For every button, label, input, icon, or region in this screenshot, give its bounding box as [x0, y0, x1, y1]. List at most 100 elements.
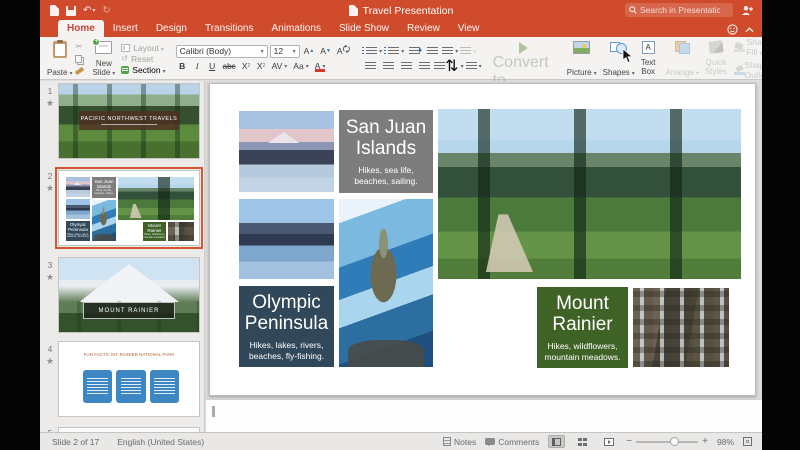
picture-button[interactable]: Picture [564, 39, 600, 78]
feedback-smiley-icon[interactable] [727, 24, 738, 35]
arrange-button[interactable]: Arrange [662, 39, 701, 78]
format-painter-icon[interactable] [75, 66, 84, 75]
new-file-icon[interactable] [50, 5, 59, 16]
shape-fill-button[interactable]: Shape Fill [734, 37, 762, 57]
zoom-slider[interactable] [636, 441, 698, 443]
reset-button[interactable]: ↺ Reset [121, 54, 165, 64]
increase-indent-button[interactable] [424, 45, 440, 58]
align-right-button[interactable] [398, 60, 414, 73]
redo-icon[interactable]: ↻ [102, 6, 110, 16]
photo-purple-wildflowers[interactable] [438, 289, 529, 367]
comments-toggle[interactable]: Comments [485, 437, 539, 447]
section-icon [121, 66, 129, 74]
zoom-percentage[interactable]: 98% [717, 437, 734, 447]
tab-insert[interactable]: Insert [104, 20, 147, 37]
subscript-button[interactable]: X2 [255, 60, 268, 73]
strikethrough-button[interactable]: abc [221, 60, 238, 73]
san-juan-text-box[interactable]: San Juan Islands Hikes, sea life, beache… [339, 110, 433, 193]
photo-sunset-mountain[interactable] [239, 111, 334, 192]
share-icon[interactable] [741, 5, 754, 16]
document-icon [349, 5, 358, 16]
change-case-button[interactable]: Aa [291, 60, 310, 73]
italic-button[interactable]: I [191, 60, 204, 73]
superscript-button[interactable]: X2 [240, 60, 253, 73]
quick-access-toolbar: ↶▾ ↻ [40, 5, 111, 16]
convert-smartart-button[interactable]: Convert to SmartArt [489, 39, 560, 78]
tab-home[interactable]: Home [58, 20, 104, 37]
rainier-text-box[interactable]: Mount Rainier Hikes, wildflowers, mounta… [537, 287, 628, 368]
font-size-combo[interactable]: 12 [270, 45, 300, 58]
photo-fly-fisherman[interactable] [339, 199, 433, 367]
layout-button[interactable]: Layout [121, 43, 165, 53]
clipboard-group: Paste ✂ [44, 39, 85, 78]
tab-review[interactable]: Review [398, 20, 449, 37]
thumb-1-animation-star-icon [44, 98, 56, 109]
thumb-2-san-juan-box: San Juan Islands Hikes, sea life, beache… [92, 177, 116, 198]
undo-icon[interactable]: ↶▾ [83, 6, 95, 16]
search-input[interactable] [640, 5, 720, 15]
tab-slide-show[interactable]: Slide Show [330, 20, 398, 37]
paste-clipboard-icon [53, 41, 67, 58]
tab-view[interactable]: View [449, 20, 489, 37]
text-direction-button[interactable]: ⇅ [434, 60, 463, 73]
save-icon[interactable] [66, 6, 76, 16]
text-box-button[interactable]: A Text Box [638, 39, 659, 78]
thumb-4-number: 4 [45, 344, 55, 354]
zoom-out-button[interactable] [626, 436, 632, 447]
olympic-text-box[interactable]: Olympic Peninsula Hikes, lakes, rivers, … [239, 286, 334, 367]
fit-to-window-icon[interactable] [743, 437, 752, 446]
quick-styles-button[interactable]: Quick Styles [702, 39, 730, 78]
cut-icon[interactable]: ✂ [75, 42, 84, 51]
font-name-combo[interactable]: Calibri (Body) [176, 45, 268, 58]
paste-button[interactable]: Paste [44, 39, 75, 78]
photo-waterfall[interactable] [633, 288, 729, 367]
character-spacing-button[interactable]: AV [270, 60, 290, 73]
tab-design[interactable]: Design [147, 20, 196, 37]
justify-button[interactable] [416, 60, 432, 73]
ribbon-tabs: Home Insert Design Transitions Animation… [40, 21, 762, 37]
numbering-button[interactable] [384, 45, 404, 58]
section-button[interactable]: Section [121, 65, 165, 75]
align-left-button[interactable] [362, 60, 378, 73]
align-center-button[interactable] [380, 60, 396, 73]
copy-icon[interactable] [75, 54, 84, 63]
paste-label: Paste [47, 69, 72, 77]
search-box[interactable] [625, 3, 733, 17]
new-slide-icon: + [95, 41, 112, 54]
mouse-cursor [622, 48, 634, 64]
photo-lake-reflection[interactable] [239, 199, 334, 279]
bold-button[interactable]: B [176, 60, 189, 73]
notes-toggle[interactable]: Notes [443, 437, 476, 447]
shape-outline-icon [734, 66, 741, 75]
thumbnail-slide-4[interactable]: FUN FACTS: MT. RAINIER NATIONAL PARK [58, 341, 200, 417]
thumbnail-slide-3[interactable]: MOUNT RAINIER [58, 257, 200, 333]
font-color-button[interactable]: A [313, 60, 328, 73]
language-status[interactable]: English (United States) [117, 437, 204, 447]
columns-button[interactable] [460, 45, 476, 58]
slide-thumbnail-panel[interactable]: 1 PACIFIC NORTHWEST TRAVELS 2 San Juan [40, 81, 205, 432]
shrink-font-button[interactable]: A▼ [318, 45, 333, 58]
tab-animations[interactable]: Animations [263, 20, 330, 37]
zoom-slider-knob[interactable] [670, 437, 679, 446]
smartart-icon [519, 42, 534, 54]
bullets-button[interactable] [362, 45, 382, 58]
zoom-in-button[interactable] [702, 436, 708, 447]
grow-font-button[interactable]: A▲ [302, 45, 317, 58]
align-text-button[interactable] [466, 60, 482, 73]
clear-formatting-button[interactable]: A🗘 [335, 45, 352, 58]
thumbnail-slide-2-selected[interactable]: San Juan Islands Hikes, sea life, beache… [58, 170, 200, 246]
thumbnail-slide-1[interactable]: PACIFIC NORTHWEST TRAVELS [58, 83, 200, 159]
notes-pane[interactable] [206, 399, 762, 432]
tab-transitions[interactable]: Transitions [196, 20, 263, 37]
photo-mountain-meadow-trail[interactable] [438, 109, 741, 279]
new-slide-button[interactable]: + New Slide [89, 39, 118, 78]
underline-button[interactable]: U [206, 60, 219, 73]
normal-view-button[interactable] [548, 435, 565, 448]
shape-outline-button[interactable]: Shape Outline [734, 60, 762, 80]
new-slide-label: New Slide [92, 60, 115, 77]
slide-sorter-button[interactable] [574, 435, 591, 448]
slideshow-button[interactable] [600, 435, 617, 448]
slide-2-editing-surface[interactable]: San Juan Islands Hikes, sea life, beache… [209, 83, 756, 396]
collapse-ribbon-icon[interactable] [745, 27, 754, 33]
window-title: Travel Presentation [363, 5, 454, 17]
